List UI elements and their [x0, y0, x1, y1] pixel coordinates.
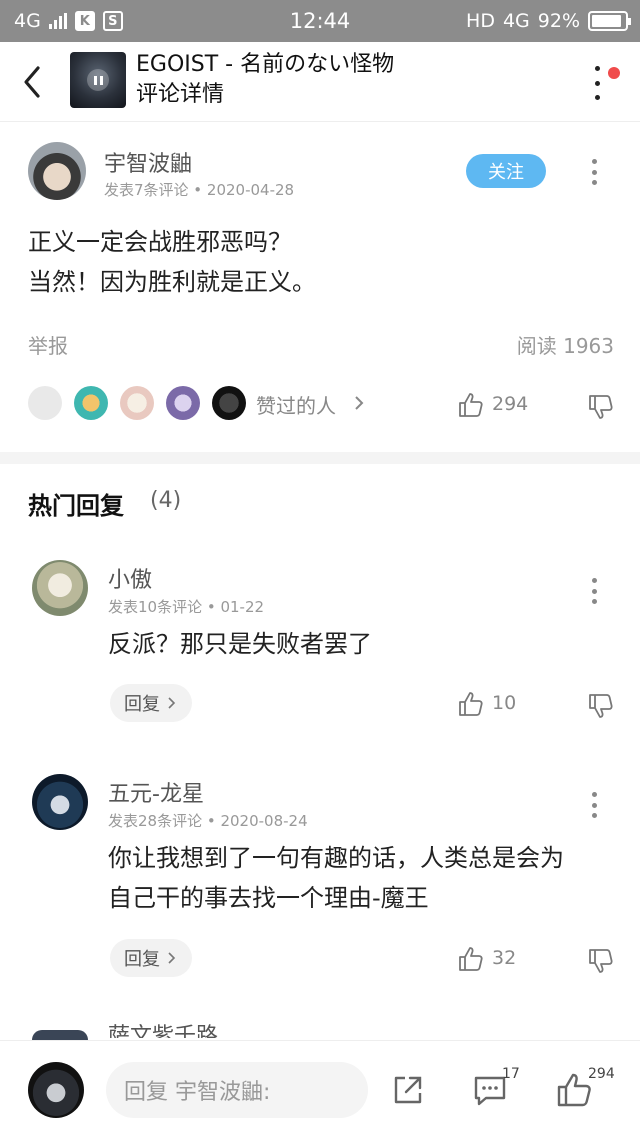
read-count: 阅读 1963 — [516, 334, 614, 358]
battery-percent: 92% — [537, 10, 580, 32]
reply-author[interactable]: 小傲 — [108, 562, 152, 594]
reply-button[interactable]: 回复 — [110, 939, 192, 977]
song-cover-thumbnail[interactable] — [70, 52, 126, 108]
reply-button-label: 回复 — [124, 694, 160, 715]
share-icon[interactable] — [390, 1072, 426, 1108]
back-arrow-icon[interactable] — [18, 64, 48, 100]
follow-button[interactable]: 关注 — [466, 154, 546, 188]
reply-button-label: 回复 — [124, 949, 160, 970]
comment-like-count: 294 — [492, 393, 529, 415]
reply-button[interactable]: 回复 — [110, 684, 192, 722]
likers-label[interactable]: 赞过的人 — [256, 390, 336, 419]
comment-count-badge: 17 — [502, 1066, 520, 1082]
reply-avatar[interactable] — [32, 774, 88, 830]
comment-line: 当然！因为胜利就是正义。 — [28, 268, 316, 296]
chevron-right-icon — [168, 952, 176, 964]
author-avatar[interactable] — [28, 142, 86, 200]
chevron-right-icon — [355, 396, 364, 410]
liker-avatar — [28, 386, 62, 420]
report-link[interactable]: 举报 — [28, 330, 68, 359]
reply-body: 反派？那只是失败者罢了 — [108, 624, 372, 664]
reply-like-count: 32 — [492, 947, 517, 969]
section-divider — [0, 452, 640, 464]
reply-avatar-partial[interactable] — [32, 1030, 88, 1040]
liker-avatar — [166, 386, 200, 420]
battery-icon — [588, 11, 631, 31]
reply-more-icon[interactable] — [590, 792, 598, 818]
reply-line: 自己干的事去找一个理由-魔王 — [108, 884, 429, 912]
thumbs-up-icon[interactable] — [458, 392, 484, 418]
comment-more-icon[interactable] — [590, 159, 598, 185]
status-bar: 4G K S 12:44 HD 4G 92% — [0, 0, 640, 42]
my-avatar[interactable] — [28, 1062, 84, 1118]
network-type-right: 4G — [502, 10, 530, 32]
reply-line: 你让我想到了一句有趣的话，人类总是会为 — [108, 844, 564, 872]
author-name[interactable]: 宇智波鼬 — [104, 146, 192, 178]
reply-author[interactable]: 五元-龙星 — [108, 776, 204, 808]
reply-more-icon[interactable] — [590, 578, 598, 604]
app-bar: EGOIST - 名前のない怪物 评论详情 — [0, 42, 640, 122]
liker-avatar — [74, 386, 108, 420]
thumbs-down-icon[interactable] — [588, 693, 614, 719]
more-menu-icon[interactable] — [592, 66, 602, 100]
thumbs-down-icon[interactable] — [588, 394, 614, 420]
pause-icon — [87, 69, 109, 91]
liker-avatar — [120, 386, 154, 420]
like-count-badge: 294 — [588, 1066, 615, 1082]
reply-body: 你让我想到了一句有趣的话，人类总是会为 自己干的事去找一个理由-魔王 — [108, 838, 564, 918]
reply-avatar[interactable] — [32, 560, 88, 616]
reply-line: 反派？那只是失败者罢了 — [108, 630, 372, 658]
thumbs-up-icon[interactable] — [458, 946, 484, 972]
thumbs-down-icon[interactable] — [588, 948, 614, 974]
chevron-right-icon — [168, 697, 176, 709]
reply-author-partial: 萨文紫千路 — [108, 1024, 219, 1038]
hd-indicator: HD — [466, 10, 495, 32]
hot-replies-count: (4) — [150, 488, 182, 513]
song-title: EGOIST - 名前のない怪物 — [136, 52, 395, 77]
comment-line: 正义一定会战胜邪恶吗？ — [28, 228, 292, 256]
reply-meta: 发表10条评论 • 01-22 — [108, 598, 265, 616]
reply-like-count: 10 — [492, 692, 517, 714]
comment-body: 正义一定会战胜邪恶吗？ 当然！因为胜利就是正义。 — [28, 222, 316, 302]
reply-input[interactable]: 回复 宇智波鼬: — [106, 1062, 368, 1118]
like-icon[interactable] — [556, 1072, 592, 1108]
hot-replies-title: 热门回复 — [28, 492, 124, 520]
liker-avatar — [212, 386, 246, 420]
reply-meta: 发表28条评论 • 2020-08-24 — [108, 812, 308, 830]
notification-dot — [608, 67, 620, 79]
author-meta: 发表7条评论 • 2020-04-28 — [104, 181, 295, 199]
thumbs-up-icon[interactable] — [458, 691, 484, 717]
page-title: 评论详情 — [136, 82, 225, 107]
